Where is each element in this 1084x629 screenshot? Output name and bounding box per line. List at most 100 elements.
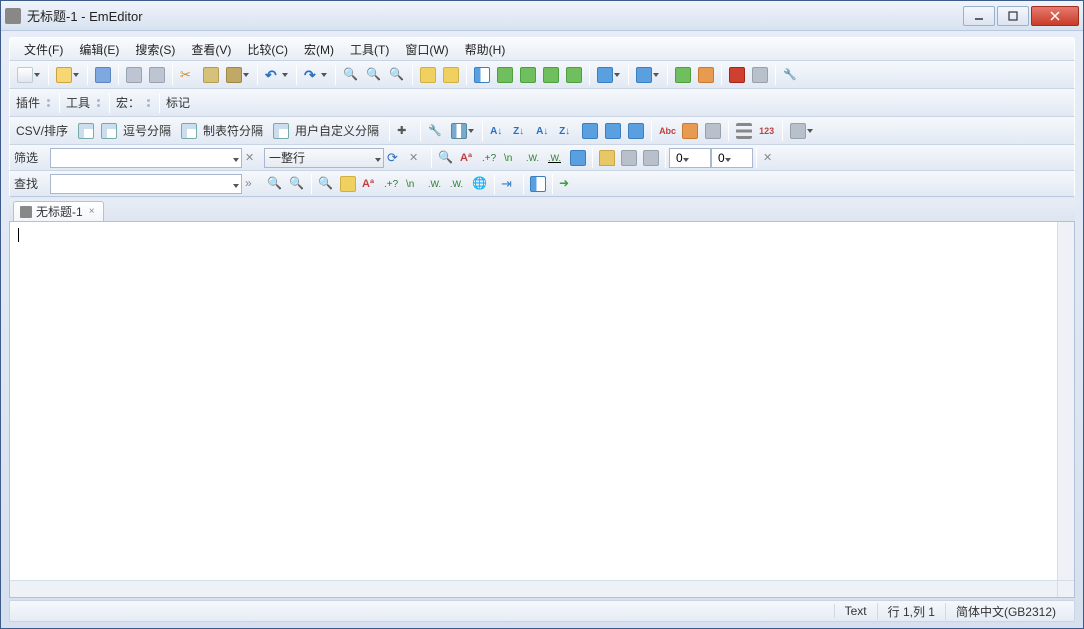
menu-window[interactable]: 窗口(W)	[397, 39, 456, 60]
plugins-button[interactable]	[695, 64, 717, 86]
close-button[interactable]	[1031, 6, 1079, 26]
titlebar[interactable]: 无标题-1 - EmEditor	[1, 1, 1083, 31]
view-panel2-button[interactable]	[540, 64, 562, 86]
csv-tab-button[interactable]	[178, 120, 200, 142]
split-h-button[interactable]	[471, 64, 493, 86]
toolbar-handle[interactable]	[147, 93, 153, 113]
filter-escape-button[interactable]	[501, 147, 523, 169]
filter-input[interactable]	[50, 148, 242, 168]
view-panel3-button[interactable]	[563, 64, 585, 86]
view-panel1-button[interactable]	[517, 64, 539, 86]
filter-close-button[interactable]	[760, 147, 782, 169]
cut-button[interactable]	[177, 64, 199, 86]
csv-navigate-button[interactable]	[394, 120, 416, 142]
csv-convert-button[interactable]	[702, 120, 724, 142]
tab-close-button[interactable]: ×	[87, 207, 97, 217]
wrench-button[interactable]	[780, 64, 802, 86]
editor-area[interactable]	[9, 221, 1075, 598]
save-button[interactable]	[92, 64, 114, 86]
find-symbol-button[interactable]	[527, 173, 549, 195]
csv-comma-label[interactable]: 逗号分隔	[121, 122, 177, 139]
filter-extract-button[interactable]	[618, 147, 640, 169]
find-prev-button[interactable]	[264, 173, 286, 195]
delete-dup-button[interactable]	[656, 120, 678, 142]
find-close-button[interactable]	[556, 173, 578, 195]
sort-num-desc-button[interactable]	[556, 120, 578, 142]
sort-len-asc-button[interactable]	[579, 120, 601, 142]
filter-bookmark-button[interactable]	[567, 147, 589, 169]
redo-button[interactable]	[301, 64, 331, 86]
print-preview-button[interactable]	[146, 64, 168, 86]
line-num-button[interactable]	[733, 120, 755, 142]
split-v-button[interactable]	[494, 64, 516, 86]
find-in-files-button[interactable]	[386, 64, 408, 86]
menu-help[interactable]: 帮助(H)	[457, 39, 514, 60]
filter-case-button[interactable]	[457, 147, 479, 169]
ruler-button[interactable]	[756, 120, 778, 142]
record-macro-button[interactable]	[726, 64, 748, 86]
csv-comma-button[interactable]	[98, 120, 120, 142]
undo-button[interactable]	[262, 64, 292, 86]
properties-button[interactable]	[594, 64, 624, 86]
filter-block-button[interactable]	[596, 147, 618, 169]
filter-whole-word-button[interactable]	[523, 147, 545, 169]
open-button[interactable]	[53, 64, 83, 86]
find-incremental-button[interactable]	[315, 173, 337, 195]
menu-search[interactable]: 搜索(S)	[127, 39, 183, 60]
filter-incremental-button[interactable]	[435, 147, 457, 169]
wrap-button[interactable]	[440, 64, 462, 86]
new-button[interactable]	[14, 64, 44, 86]
toggle-heading-button[interactable]	[679, 120, 701, 142]
csv-user-label[interactable]: 用户自定义分隔	[293, 122, 385, 139]
toolbar-handle[interactable]	[97, 93, 103, 113]
run-macro-button[interactable]	[749, 64, 771, 86]
find-go-button[interactable]	[242, 173, 264, 195]
status-mode[interactable]: Text	[834, 604, 877, 618]
sort-num-asc-button[interactable]	[533, 120, 555, 142]
find-wrap-button[interactable]	[447, 173, 469, 195]
maximize-button[interactable]	[997, 6, 1029, 26]
find-case-button[interactable]	[359, 173, 381, 195]
copy-button[interactable]	[200, 64, 222, 86]
find-whole-word-button[interactable]	[425, 173, 447, 195]
large-file-button[interactable]	[417, 64, 439, 86]
filter-negative-button[interactable]	[406, 147, 428, 169]
filter-abort-button[interactable]	[242, 147, 264, 169]
replace-button[interactable]	[363, 64, 385, 86]
sort-multi-button[interactable]	[625, 120, 647, 142]
print-button[interactable]	[123, 64, 145, 86]
menu-macro[interactable]: 宏(M)	[296, 39, 342, 60]
status-encoding[interactable]: 简体中文(GB2312)	[945, 603, 1066, 620]
filter-lines-below[interactable]: 0	[711, 148, 753, 168]
menu-view[interactable]: 查看(V)	[183, 39, 239, 60]
find-highlight-button[interactable]	[337, 173, 359, 195]
menu-file[interactable]: 文件(F)	[16, 39, 71, 60]
toolbar-handle[interactable]	[47, 93, 53, 113]
customize-button[interactable]	[672, 64, 694, 86]
sort-az-button[interactable]	[487, 120, 509, 142]
menu-edit[interactable]: 编辑(E)	[71, 39, 127, 60]
paste-button[interactable]	[223, 64, 253, 86]
menu-compare[interactable]: 比较(C)	[239, 39, 296, 60]
find-count-button[interactable]	[469, 173, 491, 195]
vertical-scrollbar[interactable]	[1057, 222, 1074, 580]
find-escape-button[interactable]	[403, 173, 425, 195]
find-next-button[interactable]	[286, 173, 308, 195]
find-input[interactable]	[50, 174, 242, 194]
find-advanced-button[interactable]	[498, 173, 520, 195]
filter-lines-above[interactable]: 0	[669, 148, 711, 168]
csv-extra-button[interactable]	[787, 120, 817, 142]
csv-columns-button[interactable]	[448, 120, 478, 142]
find-regex-button[interactable]	[381, 173, 403, 195]
document-tab[interactable]: 无标题-1 ×	[13, 201, 104, 221]
csv-adjust-button[interactable]	[425, 120, 447, 142]
filter-advanced-button[interactable]	[640, 147, 662, 169]
horizontal-scrollbar[interactable]	[10, 580, 1057, 597]
filter-regex-button[interactable]	[479, 147, 501, 169]
csv-mode-button[interactable]	[75, 120, 97, 142]
filter-column-select[interactable]: 一整行	[264, 148, 384, 168]
csv-tab-label[interactable]: 制表符分隔	[201, 122, 269, 139]
filter-whole-string-button[interactable]	[545, 147, 567, 169]
sort-len-desc-button[interactable]	[602, 120, 624, 142]
sort-za-button[interactable]	[510, 120, 532, 142]
